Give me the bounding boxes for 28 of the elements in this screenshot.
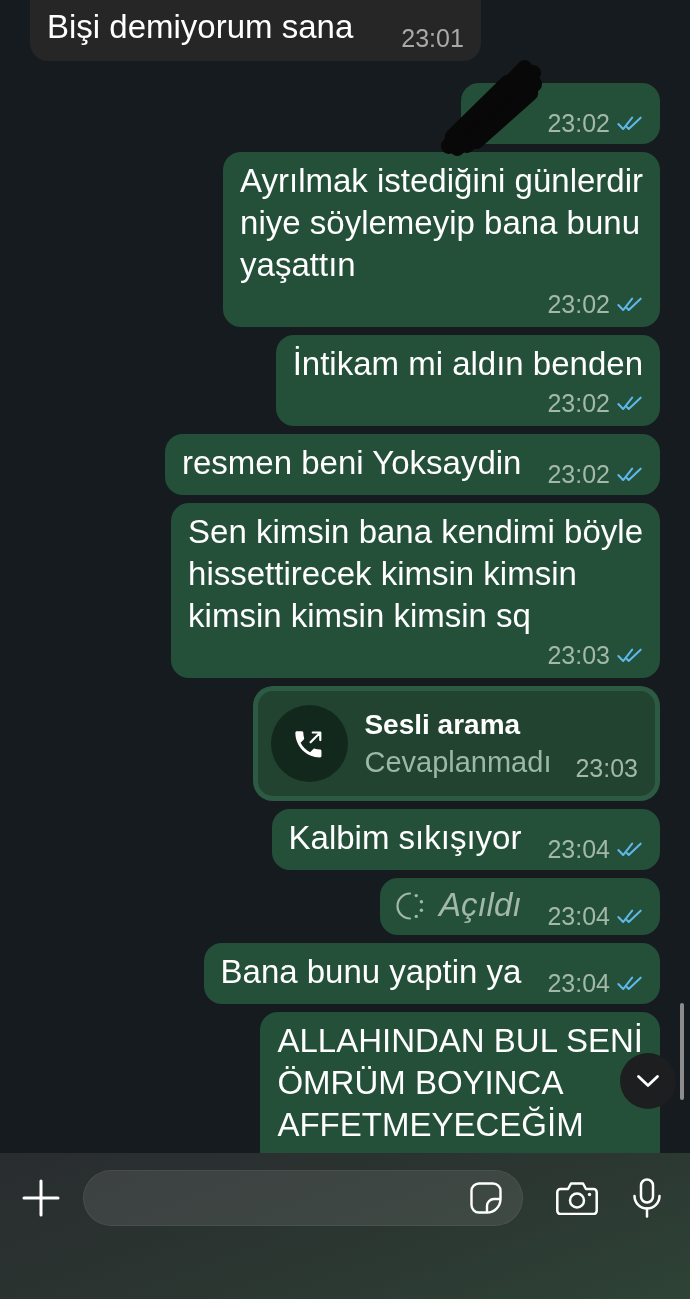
call-status: Cevaplanmadı — [364, 744, 552, 780]
message-time: 23:01 — [401, 28, 464, 48]
view-once-label: Açıldı — [438, 886, 522, 923]
message-text: Sen kimsin bana kendimi böyle hissettirecek kimsin kimsin kimsin kimsin kimsin sq — [188, 513, 643, 634]
message-time: 23:02 — [547, 464, 610, 484]
message-text: Kalbim sıkışıyor — [288, 819, 522, 856]
message-input[interactable] — [83, 1170, 523, 1226]
camera-icon[interactable] — [556, 1181, 598, 1215]
call-title: Sesli arama — [364, 707, 522, 742]
message-text: İntikam mi aldın benden — [292, 345, 643, 382]
message-time: 23:02 — [547, 388, 610, 418]
message-text: Bana bunu yaptin ya — [220, 953, 522, 990]
microphone-icon[interactable] — [632, 1178, 662, 1218]
chevron-down-icon — [636, 1074, 660, 1088]
message-text: ALLAHINDAN BUL SENİ ÖMRÜM BOYINCA AFFETMEYECEĞİM — [277, 1022, 643, 1143]
message-time: 23:03 — [547, 640, 610, 670]
sticker-icon[interactable] — [470, 1182, 502, 1214]
plus-icon[interactable] — [22, 1179, 60, 1217]
message-text: Bişi demiyorum sana — [47, 8, 354, 45]
message-time: 23:04 — [547, 906, 610, 926]
message-time: 23:03 — [575, 754, 638, 782]
dashed-circle-icon — [394, 891, 425, 921]
message-time: 23:04 — [547, 839, 610, 859]
message-text: Ayrılmak istediğini günlerdir niye söylemeyip bana bunu yaşattın — [240, 162, 643, 283]
message-text: resmen beni Yoksaydin — [182, 444, 522, 481]
message-time: 23:04 — [547, 973, 610, 993]
message-time: 23:02 — [547, 289, 610, 319]
message-time: 23:02 — [547, 113, 610, 133]
